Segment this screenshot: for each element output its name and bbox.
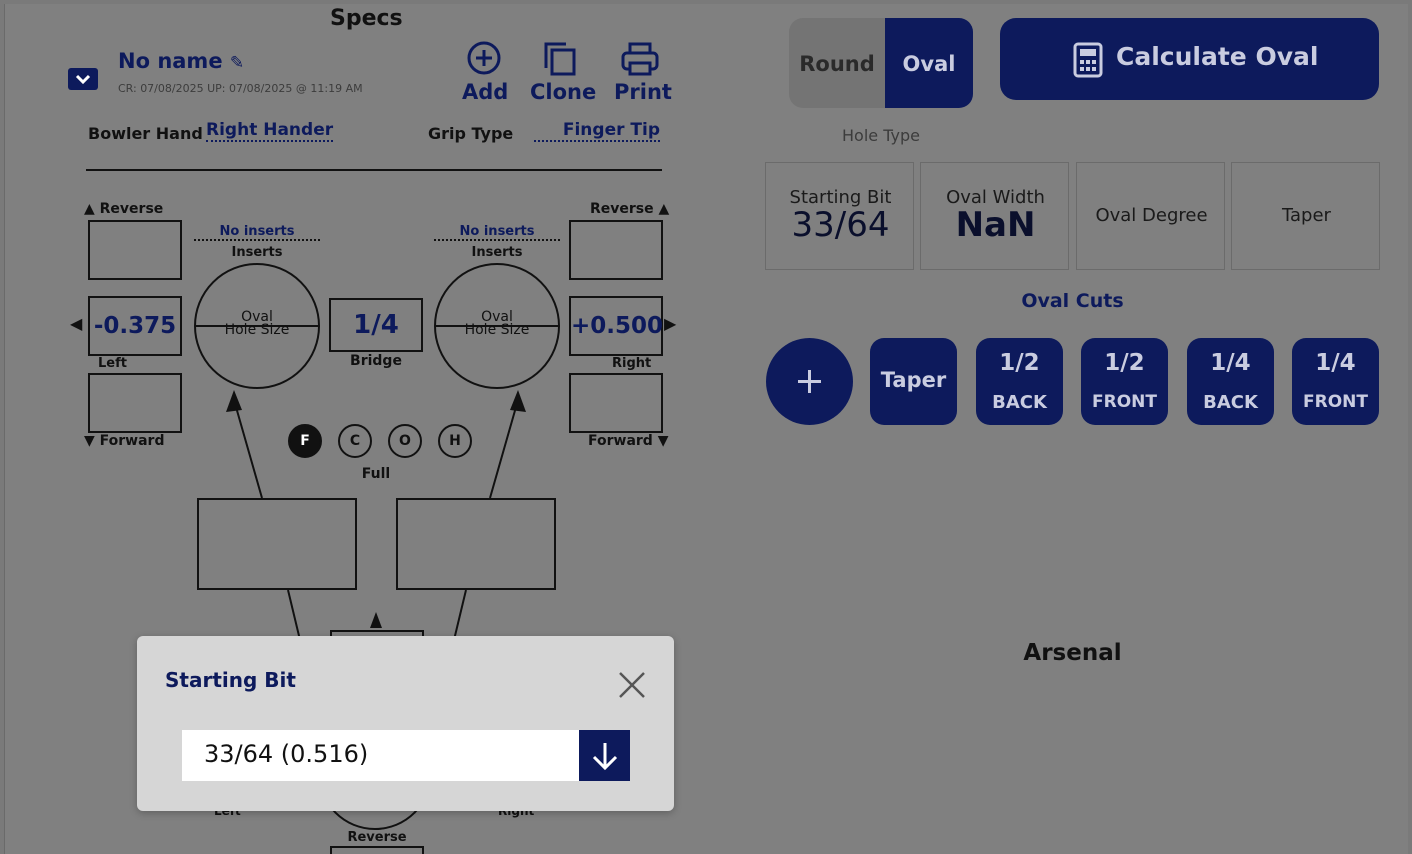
calculator-icon bbox=[1073, 42, 1103, 78]
oval-width-cell[interactable]: Oval Width NaN bbox=[920, 162, 1069, 270]
thumb-right-input[interactable] bbox=[396, 498, 556, 590]
calculate-oval-button[interactable]: Calculate Oval bbox=[1000, 18, 1379, 100]
starting-bit-cell[interactable]: Starting Bit 33/64 bbox=[765, 162, 914, 270]
oval-cuts-title: Oval Cuts bbox=[1021, 290, 1124, 312]
starting-bit-select[interactable]: 33/64 (0.516) bbox=[182, 730, 579, 781]
close-icon[interactable] bbox=[617, 670, 647, 700]
arsenal-title: Arsenal bbox=[1023, 640, 1122, 666]
modal-title: Starting Bit bbox=[165, 668, 296, 692]
starting-bit-modal: Starting Bit 33/64 (0.516) bbox=[137, 636, 674, 811]
cut-half-front-button[interactable]: 1/2 FRONT bbox=[1081, 338, 1168, 425]
bottom-reverse-label: Reverse bbox=[347, 830, 407, 845]
cut-quarter-front-button[interactable]: 1/4 FRONT bbox=[1292, 338, 1379, 425]
cut-half-back-button[interactable]: 1/2 BACK bbox=[976, 338, 1063, 425]
plus-icon bbox=[798, 370, 821, 393]
oval-degree-cell[interactable]: Oval Degree bbox=[1076, 162, 1225, 270]
bottom-reverse-input[interactable] bbox=[330, 846, 424, 854]
hole-type-label: Hole Type bbox=[842, 126, 920, 145]
cut-taper-button[interactable]: Taper bbox=[870, 338, 957, 425]
oval-toggle[interactable]: Oval bbox=[885, 18, 973, 108]
cut-quarter-back-button[interactable]: 1/4 BACK bbox=[1187, 338, 1274, 425]
thumb-left-input[interactable] bbox=[197, 498, 357, 590]
taper-cell[interactable]: Taper bbox=[1231, 162, 1380, 270]
round-toggle[interactable]: Round bbox=[789, 18, 885, 108]
arrow-down-icon bbox=[592, 743, 618, 771]
add-cut-button[interactable] bbox=[766, 338, 853, 425]
dropdown-button[interactable] bbox=[579, 730, 630, 781]
